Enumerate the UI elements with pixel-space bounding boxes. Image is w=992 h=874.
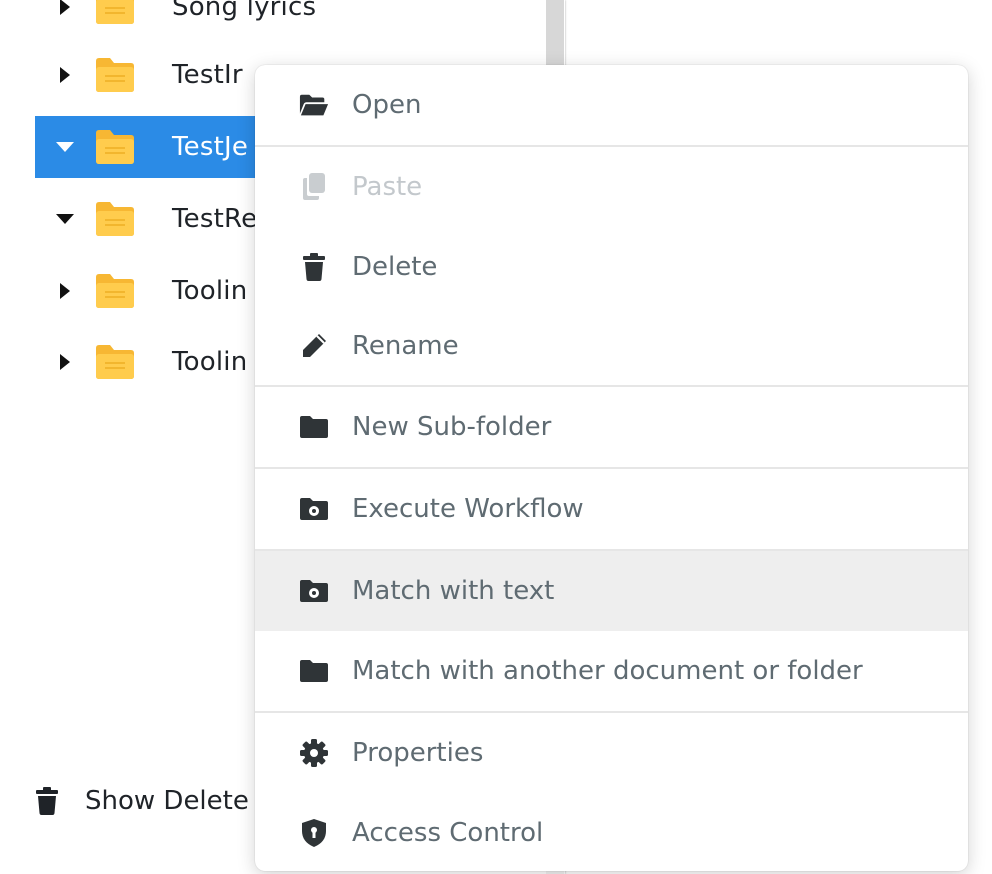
tree-item-label: TestRe xyxy=(172,204,258,234)
menu-item-match-with-document[interactable]: Match with another document or folder xyxy=(255,631,968,711)
show-deleted-label: Show Delete xyxy=(85,786,249,816)
menu-item-access-control[interactable]: Access Control xyxy=(255,793,968,871)
tree-item-label: TestJe xyxy=(172,132,249,162)
caret-right-icon[interactable] xyxy=(51,282,79,300)
pencil-icon xyxy=(299,331,329,361)
folder-icon xyxy=(96,0,134,24)
shield-icon xyxy=(299,818,329,848)
menu-item-rename[interactable]: Rename xyxy=(255,307,968,385)
folder-icon xyxy=(96,345,134,379)
caret-right-icon[interactable] xyxy=(51,66,79,84)
folder-icon xyxy=(96,202,134,236)
folder-icon xyxy=(96,274,134,308)
menu-item-open[interactable]: Open xyxy=(255,65,968,145)
folder-icon xyxy=(96,130,134,164)
context-menu: Open Paste Delete Rename New Sub-folder … xyxy=(255,65,968,871)
menu-item-properties[interactable]: Properties xyxy=(255,713,968,793)
tree-item[interactable]: Song lyrics xyxy=(35,0,535,38)
menu-item-execute-workflow[interactable]: Execute Workflow xyxy=(255,469,968,549)
tree-item-label: Toolin xyxy=(172,347,248,377)
show-deleted-toggle[interactable]: Show Delete xyxy=(35,776,249,826)
caret-right-icon[interactable] xyxy=(51,0,79,16)
tree-item-label: Toolin xyxy=(172,276,248,306)
gear-icon xyxy=(299,738,329,768)
menu-item-paste[interactable]: Paste xyxy=(255,147,968,227)
trash-icon xyxy=(36,787,58,815)
paste-icon xyxy=(299,172,329,202)
menu-item-new-subfolder[interactable]: New Sub-folder xyxy=(255,387,968,467)
caret-down-icon[interactable] xyxy=(51,213,79,225)
folder-icon xyxy=(96,58,134,92)
menu-item-match-with-text[interactable]: Match with text xyxy=(255,551,968,631)
tree-item-label: TestIr xyxy=(172,60,243,90)
trash-icon xyxy=(299,252,329,282)
menu-item-delete[interactable]: Delete xyxy=(255,227,968,307)
caret-right-icon[interactable] xyxy=(51,353,79,371)
folder-icon xyxy=(299,656,329,686)
folder-gear-icon xyxy=(299,576,329,606)
tree-item-label: Song lyrics xyxy=(172,0,317,22)
folder-gear-icon xyxy=(299,494,329,524)
folder-open-icon xyxy=(299,90,329,120)
folder-icon xyxy=(299,412,329,442)
caret-down-icon[interactable] xyxy=(51,141,79,153)
